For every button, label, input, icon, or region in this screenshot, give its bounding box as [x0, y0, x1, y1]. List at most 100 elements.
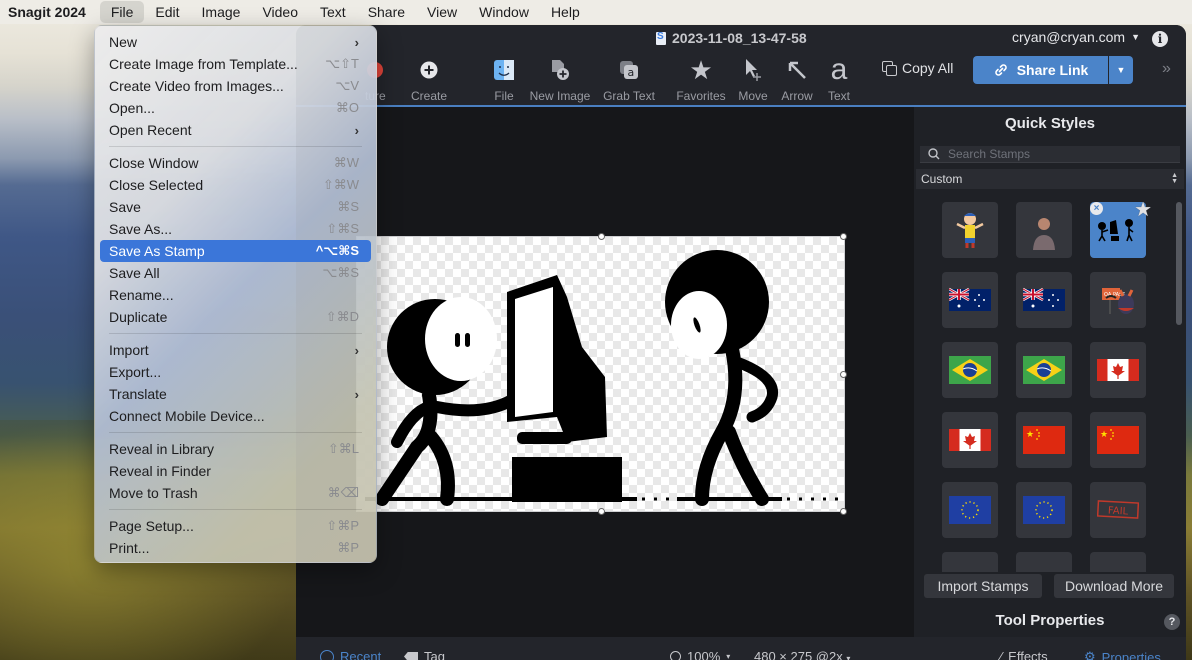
zoom-control[interactable]: 100% ▾	[670, 649, 730, 660]
menu-file[interactable]: File	[99, 1, 145, 23]
stamp-flag-france[interactable]	[1016, 552, 1072, 572]
stamp-stick-figures[interactable]: × ★	[1090, 202, 1152, 258]
menu-item-export[interactable]: Export...	[100, 361, 371, 383]
tag-tab[interactable]: Tag	[404, 649, 445, 660]
resize-handle[interactable]	[840, 508, 847, 515]
stamp-category-select[interactable]: Custom ▲ ▼	[916, 169, 1184, 189]
menu-item-open-recent[interactable]: Open Recent ›	[100, 119, 371, 141]
menu-item-save-as-stamp[interactable]: Save As Stamp ^⌥⌘S	[100, 240, 371, 262]
effects-tab[interactable]: ⁄ Effects	[1000, 649, 1048, 660]
stamp-cartoon-boy[interactable]	[942, 202, 998, 258]
menu-item-save-as[interactable]: Save As... ⇧⌘S	[100, 218, 371, 240]
remove-stamp-icon[interactable]: ×	[1090, 202, 1103, 215]
stamp-search[interactable]	[920, 146, 1180, 163]
resize-handle[interactable]	[598, 233, 605, 240]
stamp-flag-china[interactable]: ★	[1016, 412, 1072, 468]
tool-grab-text[interactable]: a Grab Text	[594, 57, 664, 103]
stamp-flag-australia[interactable]	[1016, 272, 1072, 328]
recent-tab[interactable]: Recent	[320, 649, 381, 660]
favorite-star-icon[interactable]: ★	[1134, 202, 1152, 222]
stamp-flag-eu[interactable]	[942, 482, 998, 538]
svg-text:FAIL: FAIL	[1108, 505, 1129, 517]
menu-item-duplicate[interactable]: Duplicate ⇧⌘D	[100, 306, 371, 328]
menu-item-open[interactable]: Open... ⌘O	[100, 97, 371, 119]
menu-item-save-all[interactable]: Save All ⌥⌘S	[100, 262, 371, 284]
category-value: Custom	[921, 172, 963, 186]
stamp-flag-australia[interactable]	[942, 272, 998, 328]
image-dimensions[interactable]: 480 × 275 @2x ▾	[754, 649, 850, 660]
status-bar: Recent Tag 100% ▾ 480 × 275 @2x ▾ ⁄ Effe…	[296, 637, 1186, 660]
menu-share[interactable]: Share	[357, 1, 416, 23]
copy-all-button[interactable]: Copy All	[882, 60, 953, 76]
magnifier-icon	[670, 651, 681, 660]
menu-help[interactable]: Help	[540, 1, 591, 23]
stamp-flag-brazil[interactable]	[1016, 342, 1072, 398]
stamp-flag-china[interactable]: ★	[1090, 412, 1146, 468]
new-image-icon	[525, 57, 595, 83]
stamp-grid-scrollbar[interactable]	[1176, 202, 1182, 325]
title-toolbar: 2023-11-08_13-47-58 cryan@cryan.com ▼ i …	[296, 25, 1186, 105]
stamp-flag-france[interactable]	[942, 552, 998, 572]
clock-icon	[320, 649, 334, 660]
download-more-button[interactable]: Download More	[1054, 574, 1174, 598]
share-link-button[interactable]: Share Link	[973, 56, 1108, 84]
menu-item-reveal-in-finder[interactable]: Reveal in Finder	[100, 460, 371, 482]
info-icon[interactable]: i	[1152, 31, 1168, 47]
properties-tab[interactable]: ⚙ Properties	[1084, 649, 1161, 660]
menu-window[interactable]: Window	[468, 1, 540, 23]
menu-item-shortcut: ⌘O	[335, 100, 359, 115]
stamp-dark[interactable]	[1090, 552, 1146, 572]
menu-item-label: Open Recent	[109, 122, 192, 138]
stamp-man-photo[interactable]	[1016, 202, 1072, 258]
snagit-file-icon	[656, 31, 666, 45]
menu-item-import[interactable]: Import ›	[100, 339, 371, 361]
captured-image[interactable]	[356, 233, 847, 515]
stamp-flag-canada[interactable]	[1090, 342, 1146, 398]
stamp-fail[interactable]: FAIL	[1090, 482, 1146, 538]
menu-item-new[interactable]: New ›	[100, 31, 371, 53]
menu-item-rename[interactable]: Rename...	[100, 284, 371, 306]
tool-create[interactable]: Create	[394, 57, 464, 103]
stamp-flag-canada[interactable]	[942, 412, 998, 468]
menu-view[interactable]: View	[416, 1, 468, 23]
menu-item-shortcut: ⌥⇧T	[325, 56, 359, 71]
menu-item-move-to-trash[interactable]: Move to Trash ⌘⌫	[100, 482, 371, 504]
flag-australia-icon	[949, 287, 991, 311]
svg-text:a: a	[628, 66, 635, 79]
menu-item-close-selected[interactable]: Close Selected ⇧⌘W	[100, 174, 371, 196]
stamp-flag-brazil[interactable]	[942, 342, 998, 398]
app-menu[interactable]: Snagit 2024	[0, 4, 100, 20]
menu-item-connect-mobile-device[interactable]: Connect Mobile Device...	[100, 405, 371, 427]
chevron-right-icon: ›	[354, 386, 359, 402]
menu-item-reveal-in-library[interactable]: Reveal in Library ⇧⌘L	[100, 438, 371, 460]
toolbar-overflow-icon[interactable]: »	[1162, 60, 1171, 78]
stamp-qa-pass[interactable]: QA PASS	[1090, 272, 1146, 328]
tool-text[interactable]: a Text	[804, 53, 874, 103]
menu-item-create-image-from-template[interactable]: Create Image from Template... ⌥⇧T	[100, 53, 371, 75]
resize-handle[interactable]	[840, 233, 847, 240]
link-icon	[994, 64, 1007, 76]
menu-item-print[interactable]: Print... ⌘P	[100, 537, 371, 559]
canvas-area[interactable]	[296, 107, 914, 637]
menu-item-translate[interactable]: Translate ›	[100, 383, 371, 405]
menu-bar: Snagit 2024 File Edit Image Video Text S…	[0, 0, 1192, 24]
stamp-search-input[interactable]	[948, 147, 1168, 161]
menu-item-save[interactable]: Save ⌘S	[100, 196, 371, 218]
menu-item-shortcut: ⌥V	[335, 78, 359, 93]
menu-item-create-video-from-images[interactable]: Create Video from Images... ⌥V	[100, 75, 371, 97]
menu-item-close-window[interactable]: Close Window ⌘W	[100, 152, 371, 174]
stamp-flag-eu[interactable]	[1016, 482, 1072, 538]
resize-handle[interactable]	[840, 371, 847, 378]
menu-text[interactable]: Text	[309, 1, 357, 23]
menu-item-page-setup[interactable]: Page Setup... ⇧⌘P	[100, 515, 371, 537]
account-menu[interactable]: cryan@cryan.com ▼	[1012, 29, 1140, 45]
import-stamps-button[interactable]: Import Stamps	[924, 574, 1042, 598]
share-dropdown-button[interactable]: ▼	[1109, 56, 1133, 84]
resize-handle[interactable]	[598, 508, 605, 515]
help-icon[interactable]: ?	[1164, 614, 1180, 630]
tool-new-image[interactable]: New Image	[525, 57, 595, 103]
menu-video[interactable]: Video	[251, 1, 309, 23]
menu-edit[interactable]: Edit	[144, 1, 190, 23]
stamp-grid: × ★ QA PASS ★ ★ FAIL	[942, 202, 1154, 572]
menu-image[interactable]: Image	[191, 1, 252, 23]
